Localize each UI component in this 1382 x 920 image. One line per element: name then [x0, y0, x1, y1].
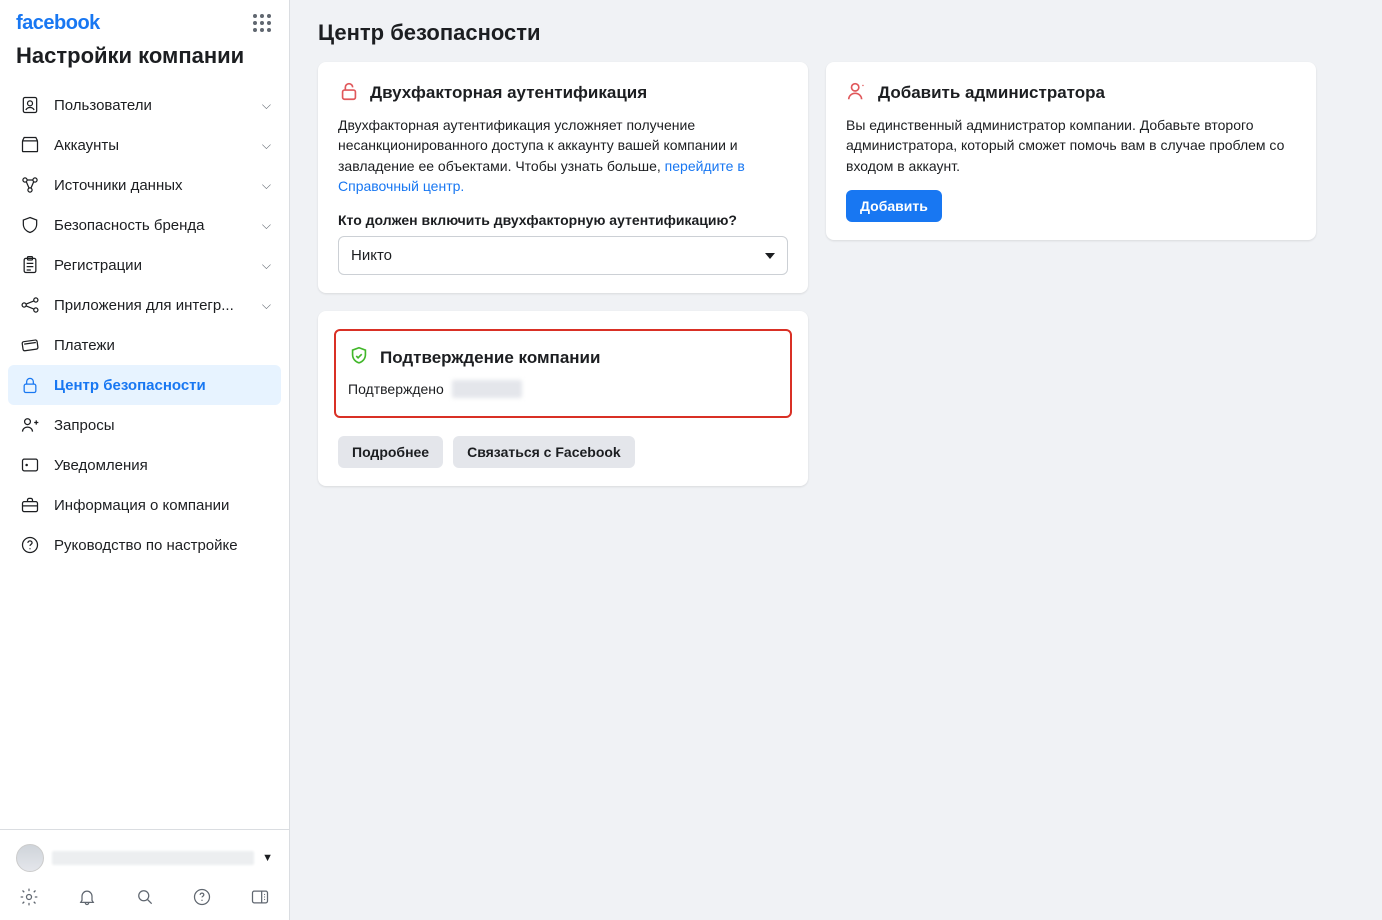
add-admin-text: Вы единственный администратор компании. … [846, 115, 1296, 176]
shield-check-icon [348, 345, 370, 370]
two-factor-card: Двухфакторная аутентификация Двухфакторн… [318, 62, 808, 293]
sidebar-item-integrations[interactable]: Приложения для интегр... ⌵ [8, 285, 281, 325]
add-admin-title: Добавить администратора [878, 83, 1105, 103]
payments-icon [18, 335, 42, 355]
apps-grid-icon[interactable] [253, 14, 273, 34]
sidebar-item-label: Аккаунты [54, 137, 262, 154]
sidebar-item-requests[interactable]: Запросы [8, 405, 281, 445]
lock-icon [18, 375, 42, 395]
avatar [16, 844, 44, 872]
sidebar-item-label: Приложения для интегр... [54, 297, 262, 314]
settings-gear-icon[interactable] [18, 886, 40, 908]
verification-more-button[interactable]: Подробнее [338, 436, 443, 468]
account-switcher[interactable]: ▼ [12, 838, 277, 878]
chevron-down-icon: ⌵ [262, 138, 271, 153]
user-alert-icon [846, 80, 868, 105]
chevron-down-icon: ⌵ [262, 178, 271, 193]
shield-icon [18, 215, 42, 235]
clipboard-icon [18, 255, 42, 275]
help-circle-icon[interactable] [191, 886, 213, 908]
integrations-icon [18, 295, 42, 315]
notifications-panel-icon [18, 455, 42, 475]
verification-status: Подтверждено [348, 381, 444, 397]
page-title: Настройки компании [16, 43, 273, 69]
sidebar-item-setup-guide[interactable]: Руководство по настройке [8, 525, 281, 565]
briefcase-icon [18, 495, 42, 515]
sidebar-item-label: Центр безопасности [54, 377, 271, 394]
sidebar-item-label: Регистрации [54, 257, 262, 274]
search-icon[interactable] [134, 886, 156, 908]
sidebar-item-users[interactable]: Пользователи ⌵ [8, 85, 281, 125]
sidebar-item-accounts[interactable]: Аккаунты ⌵ [8, 125, 281, 165]
sidebar-item-label: Уведомления [54, 457, 271, 474]
sidebar-header: facebook Настройки компании [0, 0, 289, 73]
two-factor-select-value: Никто [351, 247, 392, 264]
verification-contact-button[interactable]: Связаться с Facebook [453, 436, 635, 468]
verification-date-redacted [452, 380, 522, 398]
sidebar: facebook Настройки компании Пользователи… [0, 0, 290, 920]
verification-highlight: Подтверждение компании Подтверждено [334, 329, 792, 418]
two-factor-field-label: Кто должен включить двухфакторную аутент… [338, 212, 788, 228]
chevron-down-icon: ⌵ [262, 98, 271, 113]
two-factor-description: Двухфакторная аутентификация усложняет п… [338, 115, 788, 196]
sidebar-item-label: Безопасность бренда [54, 217, 262, 234]
sidebar-item-label: Источники данных [54, 177, 262, 194]
sidebar-item-registrations[interactable]: Регистрации ⌵ [8, 245, 281, 285]
two-factor-title: Двухфакторная аутентификация [370, 83, 647, 103]
main-content: Центр безопасности Двухфакторная аутенти… [290, 0, 1382, 920]
verification-title: Подтверждение компании [380, 348, 600, 368]
sidebar-item-label: Пользователи [54, 97, 262, 114]
requests-icon [18, 415, 42, 435]
sidebar-item-label: Запросы [54, 417, 271, 434]
data-sources-icon [18, 175, 42, 195]
facebook-logo[interactable]: facebook [16, 12, 100, 35]
user-badge-icon [18, 95, 42, 115]
panel-toggle-icon[interactable] [249, 886, 271, 908]
unlock-icon [338, 80, 360, 105]
account-name-redacted [52, 851, 254, 865]
sidebar-item-brand-safety[interactable]: Безопасность бренда ⌵ [8, 205, 281, 245]
chevron-down-icon: ⌵ [262, 298, 271, 313]
sidebar-nav: Пользователи ⌵ Аккаунты ⌵ Источники данн… [0, 73, 289, 829]
add-admin-card: Добавить администратора Вы единственный … [826, 62, 1316, 240]
sidebar-item-label: Информация о компании [54, 497, 271, 514]
sidebar-item-label: Платежи [54, 337, 271, 354]
caret-down-icon: ▼ [262, 852, 273, 864]
help-icon [18, 535, 42, 555]
accounts-icon [18, 135, 42, 155]
sidebar-item-payments[interactable]: Платежи [8, 325, 281, 365]
sidebar-item-company-info[interactable]: Информация о компании [8, 485, 281, 525]
sidebar-item-notifications[interactable]: Уведомления [8, 445, 281, 485]
add-admin-button[interactable]: Добавить [846, 190, 942, 222]
sidebar-item-data-sources[interactable]: Источники данных ⌵ [8, 165, 281, 205]
bell-icon[interactable] [76, 886, 98, 908]
chevron-down-icon: ⌵ [262, 258, 271, 273]
sidebar-footer: ▼ [0, 829, 289, 920]
verification-card: Подтверждение компании Подтверждено Подр… [318, 311, 808, 486]
main-title: Центр безопасности [318, 20, 1354, 46]
sidebar-item-label: Руководство по настройке [54, 537, 271, 554]
chevron-down-icon: ⌵ [262, 218, 271, 233]
two-factor-select[interactable]: Никто [338, 236, 788, 275]
sidebar-item-security-center[interactable]: Центр безопасности [8, 365, 281, 405]
caret-down-icon [765, 253, 775, 259]
